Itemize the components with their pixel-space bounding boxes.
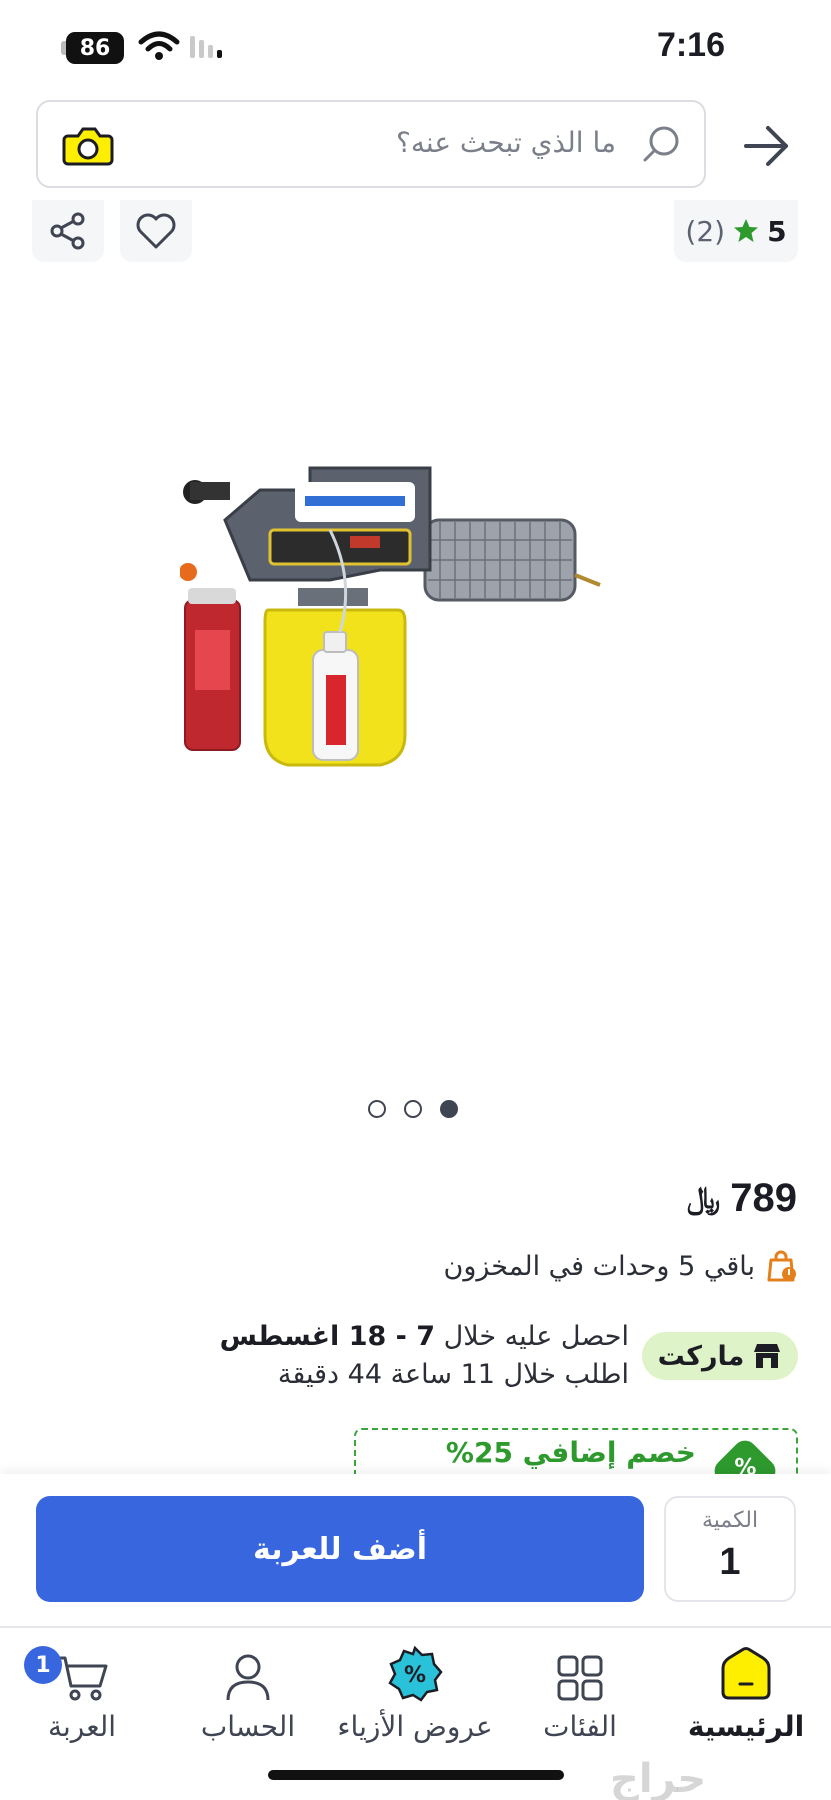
order-within-text: اطلب خلال 11 ساعة 44 دقيقة: [277, 1359, 629, 1390]
market-badge: ماركت: [642, 1332, 798, 1380]
pagination-dot[interactable]: [368, 1100, 386, 1118]
currency-symbol: ﷼: [687, 1181, 721, 1216]
stock-info: باقي 5 وحدات في المخزون: [444, 1250, 797, 1282]
battery-indicator: 86: [66, 32, 124, 64]
nav-account[interactable]: الحساب: [168, 1636, 328, 1756]
nav-fashion-deals-label: عروض الأزياء: [337, 1710, 493, 1743]
wishlist-button[interactable]: [120, 200, 192, 262]
nav-categories-label: الفئات: [543, 1710, 617, 1743]
quantity-value: 1: [719, 1541, 741, 1583]
store-icon: [754, 1344, 781, 1368]
nav-home[interactable]: الرئيسية: [666, 1636, 826, 1756]
rating-summary[interactable]: (2) 5: [674, 200, 798, 262]
rating-value: 5: [767, 214, 787, 248]
status-time: 7:16: [656, 26, 725, 64]
shopping-bag-alert-icon: [767, 1250, 796, 1282]
home-indicator: [268, 1770, 564, 1780]
discount-icon: %: [709, 1435, 781, 1476]
home-icon: [721, 1647, 771, 1700]
categories-grid-icon: [557, 1655, 603, 1701]
delivery-estimate: احصل عليه خلال 7 - 18 اغسطس: [219, 1321, 629, 1352]
add-to-cart-button[interactable]: أضف للعربة: [36, 1496, 644, 1602]
cart-count-badge: 1: [24, 1646, 62, 1684]
user-icon: [226, 1654, 270, 1701]
promo-text: خصم إضافي 25%: [445, 1436, 696, 1469]
share-button[interactable]: [32, 200, 104, 262]
discount-badge-icon: %: [388, 1646, 443, 1702]
pagination-dot[interactable]: [404, 1100, 422, 1118]
nav-fashion-deals[interactable]: % عروض الأزياء: [335, 1636, 495, 1756]
quantity-selector[interactable]: الكمية 1: [664, 1496, 796, 1602]
back-arrow-icon[interactable]: [742, 124, 792, 168]
cart-icon: [57, 1656, 108, 1701]
search-bar[interactable]: ما الذي تبحث عنه؟: [36, 100, 706, 188]
search-input[interactable]: ما الذي تبحث عنه؟: [396, 126, 616, 159]
market-label: ماركت: [657, 1340, 745, 1372]
price: ﷼ 789: [687, 1176, 797, 1221]
pagination-dot-active[interactable]: [440, 1100, 458, 1118]
camera-icon: [62, 127, 114, 166]
wifi-icon: [138, 31, 180, 60]
add-to-cart-bar: أضف للعربة الكمية 1: [0, 1474, 831, 1626]
search-icon: [643, 126, 679, 162]
share-icon: [50, 212, 85, 250]
camera-search-button[interactable]: [62, 122, 114, 168]
nav-account-label: الحساب: [200, 1710, 296, 1743]
svg-text:%: %: [404, 1663, 426, 1688]
nav-cart-label: العربة: [47, 1710, 117, 1743]
extra-discount-banner[interactable]: % خصم إضافي 25%: [354, 1428, 798, 1476]
image-pagination[interactable]: [368, 1100, 458, 1118]
product-image[interactable]: [180, 460, 650, 820]
delivery-date-range: 7 - 18 اغسطس: [219, 1321, 436, 1352]
star-icon: [734, 219, 759, 242]
nav-categories[interactable]: الفئات: [500, 1636, 660, 1756]
nav-home-label: الرئيسية: [687, 1710, 805, 1743]
quantity-label: الكمية: [701, 1508, 759, 1533]
nav-cart[interactable]: العربة 1: [2, 1636, 162, 1756]
status-bar: 86 7:16: [0, 0, 831, 100]
cellular-signal-icon: [190, 36, 222, 58]
heart-icon: [136, 213, 176, 249]
rating-count: (2): [685, 214, 726, 248]
haraj-watermark: حراج: [610, 1756, 707, 1800]
price-value: 789: [730, 1176, 797, 1220]
delivery-info: احصل عليه خلال 7 - 18 اغسطس اطلب خلال 11…: [220, 1318, 629, 1394]
stock-text: باقي 5 وحدات في المخزون: [443, 1250, 755, 1282]
